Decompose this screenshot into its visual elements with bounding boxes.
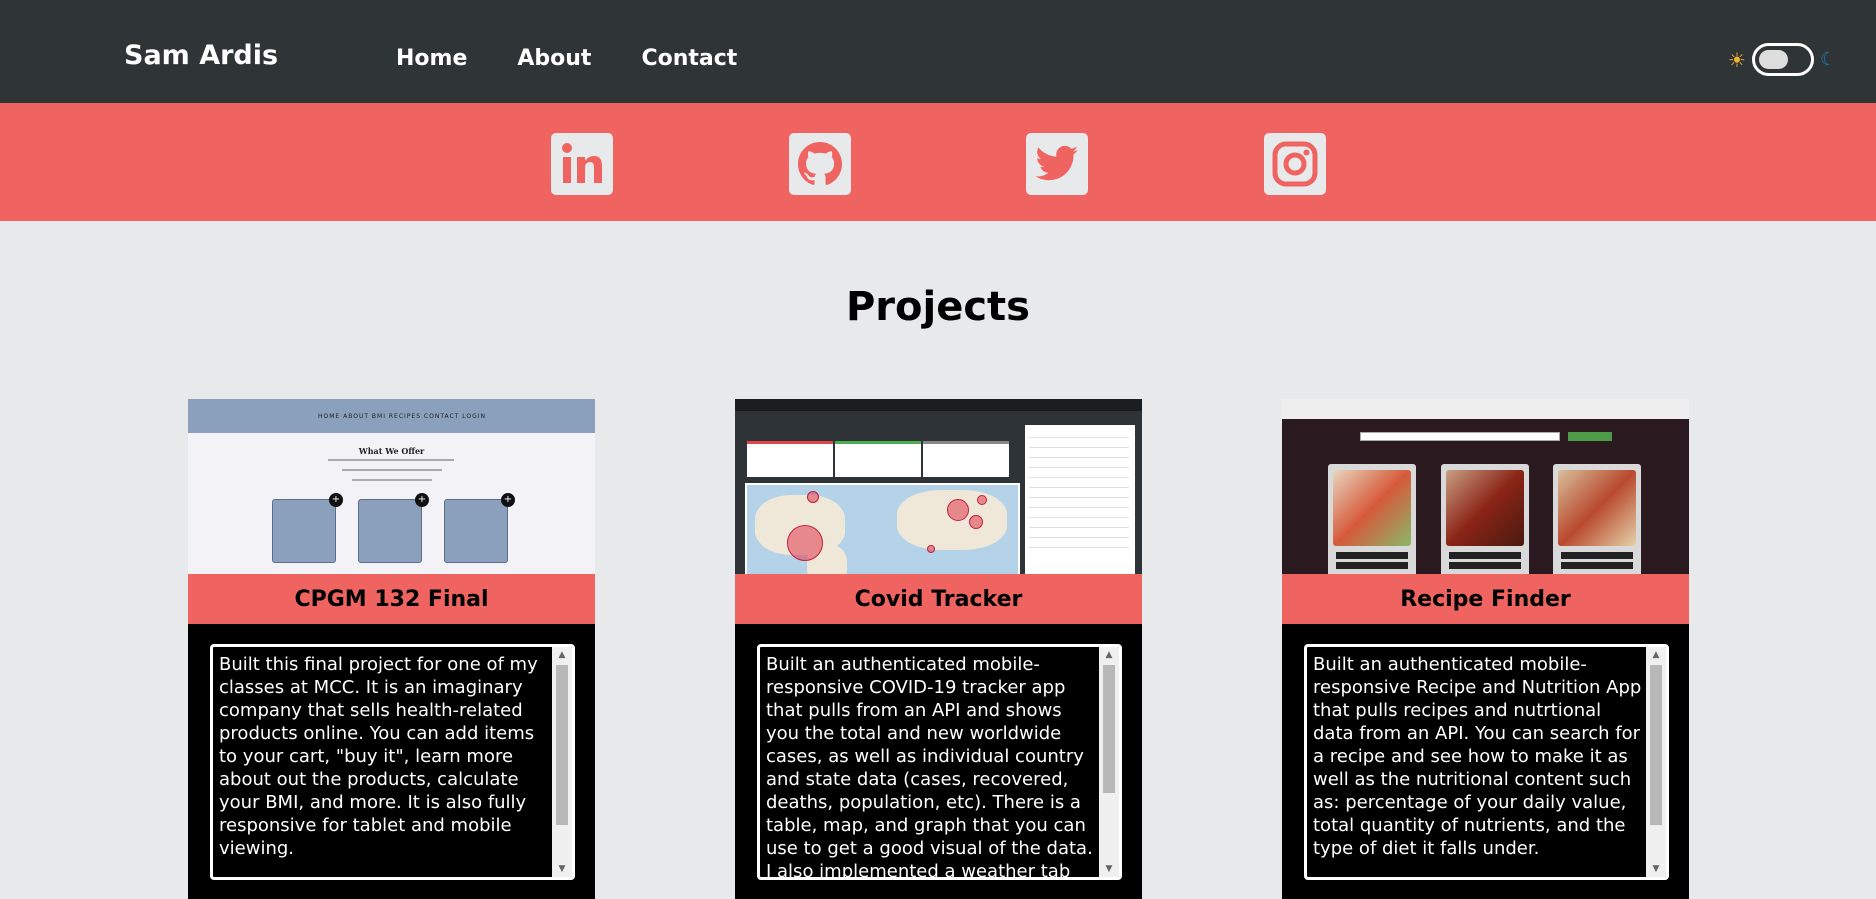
project-thumbnail[interactable]: HOME ABOUT BMI RECIPES CONTACT LOGIN Wha… (188, 399, 595, 574)
nav-link-about[interactable]: About (517, 46, 591, 71)
nav-links: Home About Contact (396, 46, 787, 71)
project-title: Covid Tracker (735, 574, 1142, 624)
project-description: Built an authenticated mobile-responsive… (766, 654, 1093, 880)
project-thumbnail[interactable] (1282, 399, 1689, 574)
project-title: CPGM 132 Final (188, 574, 595, 624)
scrollbar[interactable]: ▲ ▼ (1099, 647, 1119, 877)
scrollbar[interactable]: ▲ ▼ (552, 647, 572, 877)
project-description: Built this final project for one of my c… (219, 654, 538, 859)
theme-switch[interactable] (1751, 43, 1814, 76)
nav-link-contact[interactable]: Contact (641, 46, 737, 71)
project-description-box[interactable]: Built this final project for one of my c… (210, 644, 575, 880)
project-description: Built an authenticated mobile-responsive… (1313, 654, 1642, 859)
sun-icon: ☀ (1728, 47, 1746, 72)
instagram-icon[interactable] (1264, 133, 1326, 195)
nav-link-home[interactable]: Home (396, 46, 467, 71)
project-description-box[interactable]: Built an authenticated mobile-responsive… (1304, 644, 1669, 880)
scroll-up-icon[interactable]: ▲ (1646, 647, 1666, 663)
github-icon[interactable] (789, 133, 851, 195)
theme-toggle: ☀ ☾ (1728, 43, 1836, 76)
project-title: Recipe Finder (1282, 574, 1689, 624)
project-description-box[interactable]: Built an authenticated mobile-responsive… (757, 644, 1122, 880)
project-thumbnail[interactable] (735, 399, 1142, 574)
project-card-covid: Covid Tracker Built an authenticated mob… (735, 399, 1142, 899)
scrollbar[interactable]: ▲ ▼ (1646, 647, 1666, 877)
navbar: Sam Ardis Home About Contact ☀ ☾ (0, 0, 1876, 103)
linkedin-icon[interactable] (551, 133, 613, 195)
scroll-thumb[interactable] (1650, 665, 1662, 825)
scroll-down-icon[interactable]: ▼ (1099, 861, 1119, 877)
brand-name[interactable]: Sam Ardis (124, 40, 278, 71)
project-card-cpgm: HOME ABOUT BMI RECIPES CONTACT LOGIN Wha… (188, 399, 595, 899)
twitter-icon[interactable] (1026, 133, 1088, 195)
project-card-recipe: Recipe Finder Built an authenticated mob… (1282, 399, 1689, 899)
scroll-down-icon[interactable]: ▼ (552, 861, 572, 877)
scroll-up-icon[interactable]: ▲ (1099, 647, 1119, 663)
scroll-thumb[interactable] (1103, 665, 1115, 793)
scroll-down-icon[interactable]: ▼ (1646, 861, 1666, 877)
projects-heading: Projects (845, 284, 1030, 330)
scroll-up-icon[interactable]: ▲ (552, 647, 572, 663)
scroll-thumb[interactable] (556, 665, 568, 825)
switch-knob (1758, 50, 1788, 69)
thumbnail-nav-text: HOME ABOUT BMI RECIPES CONTACT LOGIN (318, 413, 487, 420)
moon-icon: ☾ (1819, 48, 1837, 70)
thumbnail-heading: What We Offer (358, 446, 425, 456)
social-bar (0, 103, 1876, 221)
